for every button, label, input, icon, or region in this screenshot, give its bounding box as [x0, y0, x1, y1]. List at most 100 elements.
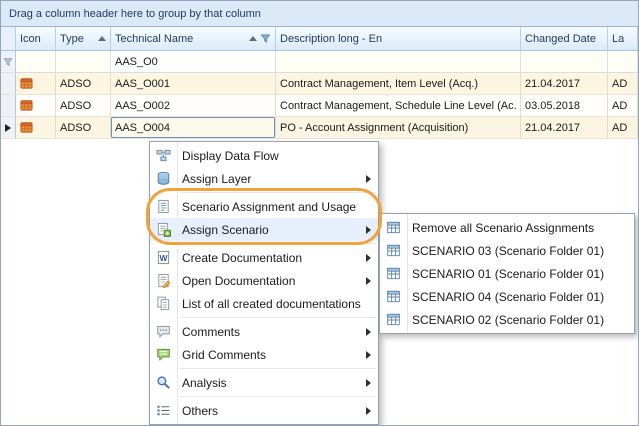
- submenu-arrow-icon: [366, 175, 371, 183]
- menu-item-label: Grid Comments: [182, 348, 266, 362]
- menu-item-assign-layer[interactable]: Assign Layer: [150, 167, 378, 190]
- app-window: Drag a column header here to group by th…: [0, 0, 639, 426]
- cell-changed-date[interactable]: 21.04.2017: [521, 117, 608, 138]
- filter-cell-technical-name[interactable]: AAS_O0: [111, 51, 276, 72]
- row-indicator[interactable]: [1, 73, 16, 94]
- comment-icon: [155, 324, 171, 340]
- document-list-icon: [155, 296, 171, 312]
- group-by-hint: Drag a column header here to group by th…: [9, 8, 261, 20]
- submenu-item-label: SCENARIO 03 (Scenario Folder 01): [412, 244, 604, 258]
- filter-cell-changed-date[interactable]: [521, 51, 608, 72]
- column-header-description[interactable]: Description long - En: [276, 27, 521, 50]
- cell-last-changed[interactable]: AD: [608, 73, 638, 94]
- menu-item-analysis[interactable]: Analysis: [150, 371, 378, 394]
- sort-asc-icon: [249, 36, 257, 41]
- menu-separator: [180, 396, 376, 397]
- scenario-table-icon: [385, 312, 401, 328]
- menu-item-label: Comments: [182, 325, 240, 339]
- cell-changed-date[interactable]: 03.05.2018: [521, 95, 608, 116]
- cell-icon[interactable]: [16, 95, 56, 116]
- analysis-icon: [155, 375, 171, 391]
- cell-description[interactable]: Contract Management, Schedule Line Level…: [276, 95, 521, 116]
- menu-item-label: Scenario Assignment and Usage: [182, 200, 356, 214]
- grid-comment-icon: [155, 347, 171, 363]
- others-icon: [155, 403, 171, 419]
- row-indicator-current[interactable]: [1, 117, 16, 138]
- cell-technical-name[interactable]: AAS_O001: [111, 73, 276, 94]
- menu-item-grid-comments[interactable]: Grid Comments: [150, 343, 378, 366]
- cell-icon[interactable]: [16, 73, 56, 94]
- assign-scenario-icon: [155, 222, 171, 238]
- cell-type[interactable]: ADSO: [56, 95, 111, 116]
- scenario-table-icon: [385, 220, 401, 236]
- menu-item-display-data-flow[interactable]: Display Data Flow: [150, 144, 378, 167]
- table-row: ADSO AAS_O001 Contract Management, Item …: [1, 73, 638, 95]
- open-document-icon: [155, 273, 171, 289]
- menu-item-label: Assign Scenario: [182, 223, 269, 237]
- menu-item-label: Analysis: [182, 376, 227, 390]
- filter-cell-description[interactable]: [276, 51, 521, 72]
- filter-cell-icon[interactable]: [16, 51, 56, 72]
- filter-row-indicator: [1, 51, 16, 72]
- column-header-icon[interactable]: Icon: [16, 27, 56, 50]
- menu-item-label: Assign Layer: [182, 172, 251, 186]
- column-header-technical-name[interactable]: Technical Name: [111, 27, 276, 50]
- word-document-icon: W: [155, 250, 171, 266]
- submenu-item-scenario-03[interactable]: SCENARIO 03 (Scenario Folder 01): [380, 239, 634, 262]
- submenu-arrow-icon: [366, 328, 371, 336]
- scenario-table-icon: [385, 266, 401, 282]
- cell-technical-name-focused[interactable]: AAS_O004: [111, 117, 276, 138]
- current-row-arrow-icon: [5, 124, 11, 132]
- cell-icon[interactable]: [16, 117, 56, 138]
- menu-item-others[interactable]: Others: [150, 399, 378, 422]
- filter-funnel-icon[interactable]: [260, 33, 271, 44]
- menu-item-assign-scenario[interactable]: Assign Scenario: [150, 218, 378, 241]
- row-indicator[interactable]: [1, 95, 16, 116]
- scenario-submenu: Remove all Scenario Assignments SCENARIO…: [379, 213, 635, 334]
- menu-separator: [180, 192, 376, 193]
- context-menu: Display Data Flow Assign Layer Scenario …: [149, 141, 379, 425]
- cell-description[interactable]: Contract Management, Item Level (Acq.): [276, 73, 521, 94]
- cell-type[interactable]: ADSO: [56, 117, 111, 138]
- submenu-item-scenario-02[interactable]: SCENARIO 02 (Scenario Folder 01): [380, 308, 634, 331]
- filter-cell-last-changed[interactable]: [608, 51, 638, 72]
- cell-changed-date[interactable]: 21.04.2017: [521, 73, 608, 94]
- submenu-item-label: Remove all Scenario Assignments: [412, 221, 594, 235]
- submenu-arrow-icon: [366, 379, 371, 387]
- cell-technical-name[interactable]: AAS_O002: [111, 95, 276, 116]
- submenu-arrow-icon: [366, 254, 371, 262]
- submenu-item-scenario-04[interactable]: SCENARIO 04 (Scenario Folder 01): [380, 285, 634, 308]
- scenario-table-icon: [385, 289, 401, 305]
- table-row: ADSO AAS_O002 Contract Management, Sched…: [1, 95, 638, 117]
- column-header-changed-date[interactable]: Changed Date: [521, 27, 608, 50]
- column-header-type[interactable]: Type: [56, 27, 111, 50]
- menu-item-scenario-assignment-usage[interactable]: Scenario Assignment and Usage: [150, 195, 378, 218]
- menu-item-create-documentation[interactable]: W Create Documentation: [150, 246, 378, 269]
- cell-type[interactable]: ADSO: [56, 73, 111, 94]
- submenu-item-label: SCENARIO 02 (Scenario Folder 01): [412, 313, 604, 327]
- menu-item-comments[interactable]: Comments: [150, 320, 378, 343]
- menu-item-list-documentations[interactable]: List of all created documentations: [150, 292, 378, 315]
- filter-cell-type[interactable]: [56, 51, 111, 72]
- menu-item-label: Others: [182, 404, 218, 418]
- adso-icon: [20, 99, 33, 112]
- menu-item-open-documentation[interactable]: Open Documentation: [150, 269, 378, 292]
- submenu-arrow-icon: [366, 226, 371, 234]
- menu-item-label: Create Documentation: [182, 251, 302, 265]
- column-header-last-changed[interactable]: La: [608, 27, 638, 50]
- submenu-item-label: SCENARIO 04 (Scenario Folder 01): [412, 290, 604, 304]
- menu-separator: [180, 243, 376, 244]
- submenu-arrow-icon: [366, 277, 371, 285]
- adso-icon: [20, 77, 33, 90]
- cell-description[interactable]: PO - Account Assignment (Acquisition): [276, 117, 521, 138]
- submenu-item-remove-all-assignments[interactable]: Remove all Scenario Assignments: [380, 216, 634, 239]
- menu-item-label: Display Data Flow: [182, 149, 279, 163]
- cell-last-changed[interactable]: AD: [608, 95, 638, 116]
- submenu-item-label: SCENARIO 01 (Scenario Folder 01): [412, 267, 604, 281]
- cell-last-changed[interactable]: AD: [608, 117, 638, 138]
- svg-text:W: W: [159, 253, 167, 263]
- submenu-item-scenario-01[interactable]: SCENARIO 01 (Scenario Folder 01): [380, 262, 634, 285]
- group-by-bar[interactable]: Drag a column header here to group by th…: [1, 1, 638, 27]
- layers-icon: [155, 171, 171, 187]
- menu-item-label: List of all created documentations: [182, 297, 361, 311]
